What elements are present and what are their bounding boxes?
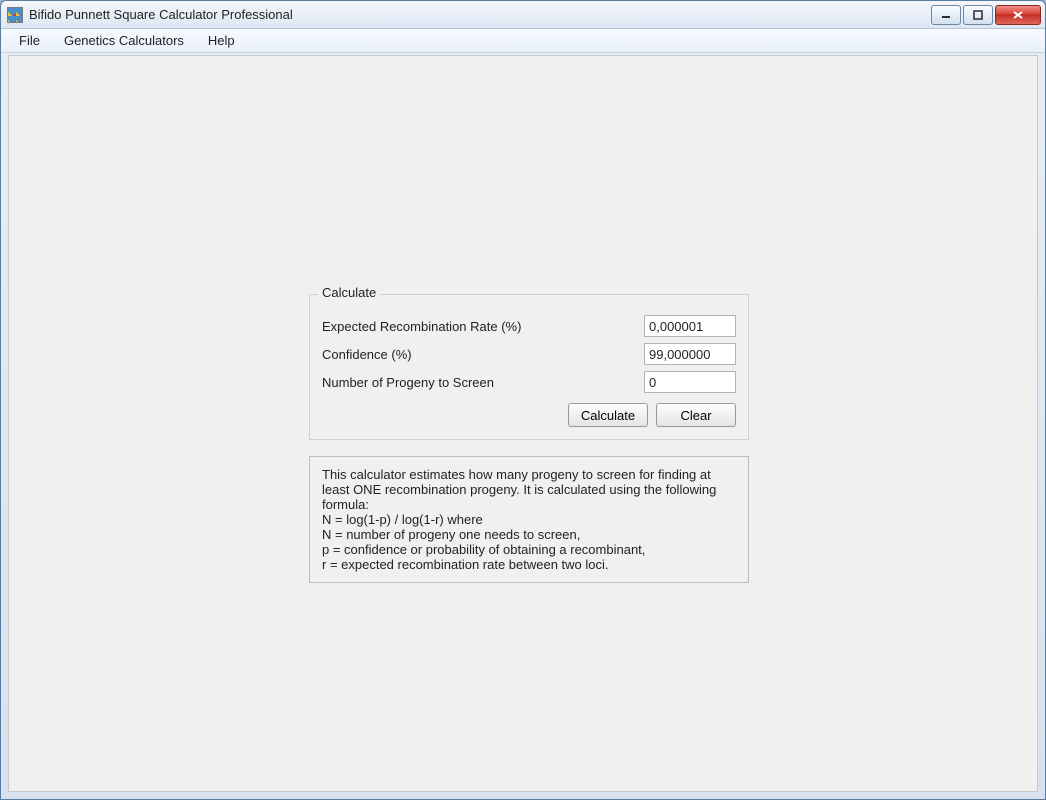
menu-help[interactable]: Help (198, 31, 245, 50)
label-progeny: Number of Progeny to Screen (322, 375, 644, 390)
calculate-group: Calculate Expected Recombination Rate (%… (309, 294, 749, 440)
app-icon (7, 7, 23, 23)
close-icon (1012, 10, 1024, 20)
label-recombination-rate: Expected Recombination Rate (%) (322, 319, 644, 334)
titlebar[interactable]: Bifido Punnett Square Calculator Profess… (1, 1, 1045, 29)
minimize-icon (941, 10, 951, 20)
maximize-icon (973, 10, 983, 20)
input-confidence[interactable] (644, 343, 736, 365)
maximize-button[interactable] (963, 5, 993, 25)
calculate-button[interactable]: Calculate (568, 403, 648, 427)
button-row: Calculate Clear (322, 403, 736, 427)
window-controls (931, 5, 1041, 25)
row-recombination-rate: Expected Recombination Rate (%) (322, 315, 736, 337)
row-confidence: Confidence (%) (322, 343, 736, 365)
window-title: Bifido Punnett Square Calculator Profess… (29, 7, 931, 22)
menu-genetics-calculators[interactable]: Genetics Calculators (54, 31, 194, 50)
minimize-button[interactable] (931, 5, 961, 25)
menu-file[interactable]: File (9, 31, 50, 50)
app-window: Bifido Punnett Square Calculator Profess… (0, 0, 1046, 800)
label-confidence: Confidence (%) (322, 347, 644, 362)
menubar: File Genetics Calculators Help (1, 29, 1045, 53)
info-panel: This calculator estimates how many proge… (309, 456, 749, 583)
client-area: Calculate Expected Recombination Rate (%… (8, 55, 1038, 792)
group-title: Calculate (318, 285, 380, 300)
close-button[interactable] (995, 5, 1041, 25)
row-progeny: Number of Progeny to Screen (322, 371, 736, 393)
input-recombination-rate[interactable] (644, 315, 736, 337)
input-progeny[interactable] (644, 371, 736, 393)
clear-button[interactable]: Clear (656, 403, 736, 427)
